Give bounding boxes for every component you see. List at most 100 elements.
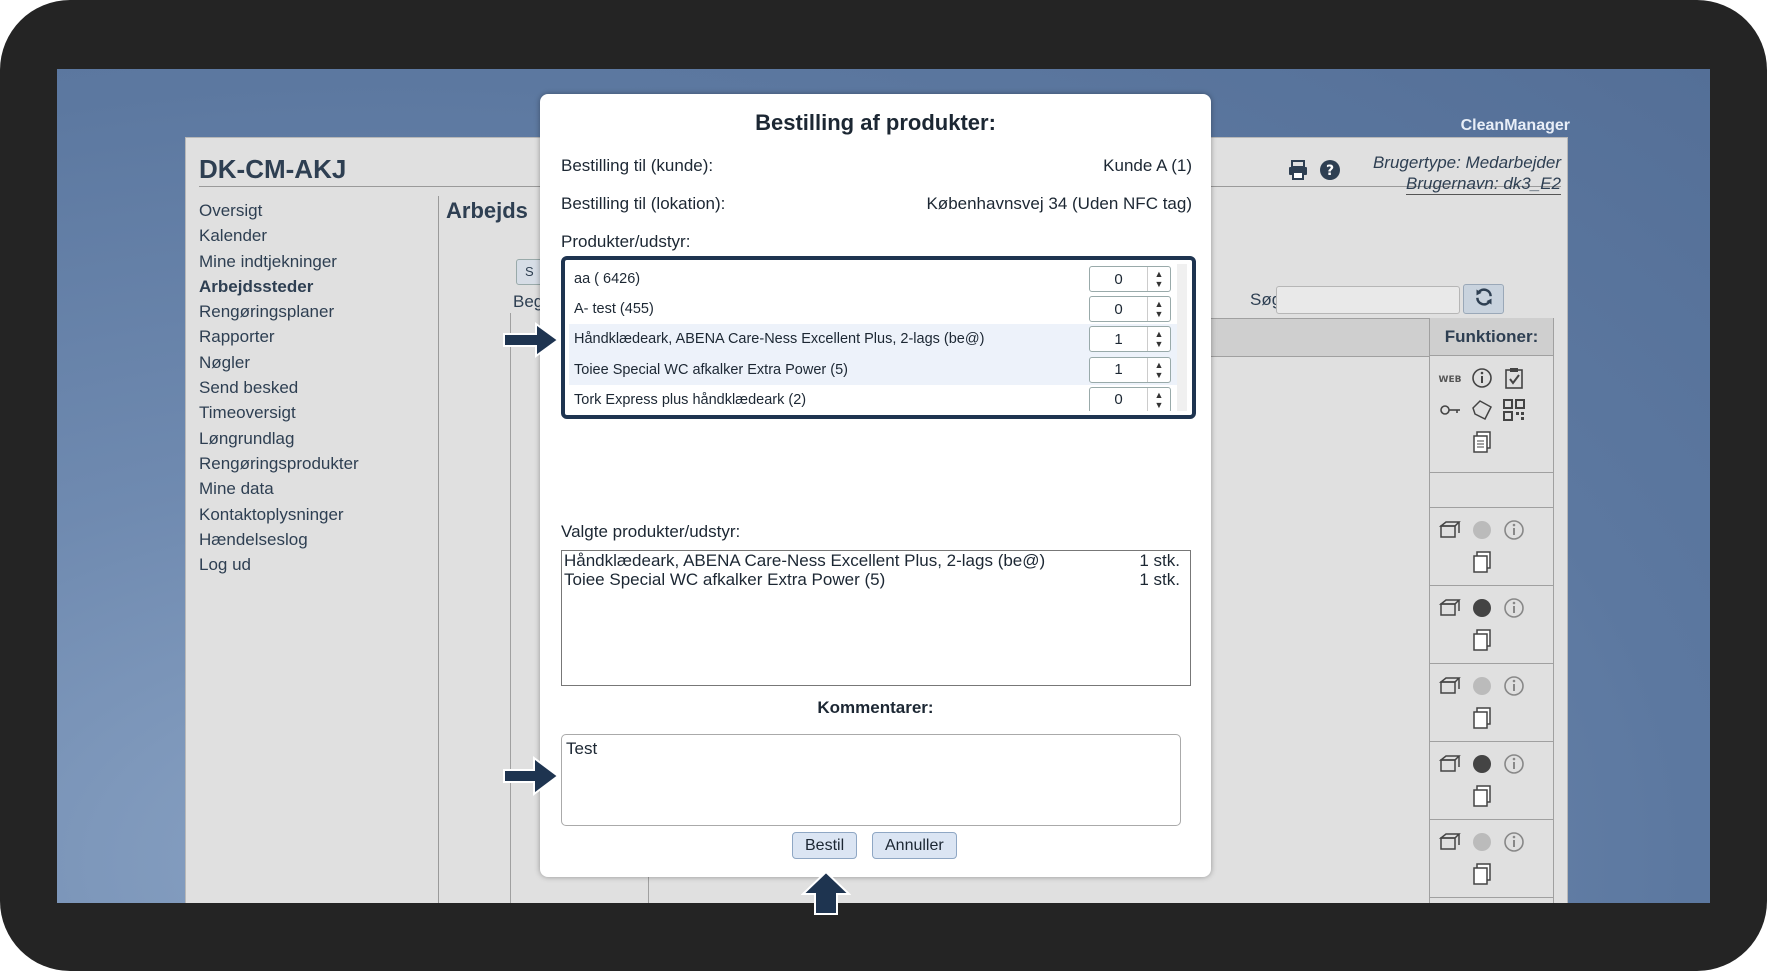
- quantity-stepper[interactable]: 0 ▲ ▼: [1089, 296, 1171, 323]
- product-name: Toiee Special WC afkalker Extra Power (5…: [574, 361, 848, 378]
- table-row: [1430, 820, 1553, 898]
- quantity-stepper[interactable]: 0 ▲ ▼: [1089, 386, 1171, 411]
- print-icon[interactable]: [1286, 158, 1310, 187]
- chevron-down-icon[interactable]: ▼: [1155, 309, 1164, 319]
- chevron-up-icon[interactable]: ▲: [1155, 329, 1164, 339]
- quantity-value[interactable]: 0: [1090, 391, 1147, 408]
- globe-icon[interactable]: [1470, 752, 1494, 781]
- product-item: A- test (455) 0 ▲ ▼: [569, 294, 1179, 324]
- table-row: WEB: [1430, 356, 1553, 473]
- key-icon[interactable]: [1438, 398, 1462, 427]
- nav-item-mine-data[interactable]: Mine data: [199, 476, 359, 501]
- customer-value: Kunde A (1): [1103, 156, 1192, 175]
- chevron-up-icon[interactable]: ▲: [1155, 299, 1164, 309]
- chevron-down-icon[interactable]: ▼: [1155, 400, 1164, 410]
- nav-item-kalender[interactable]: Kalender: [199, 223, 359, 248]
- documents-icon[interactable]: [1470, 628, 1494, 657]
- chevron-up-icon[interactable]: ▲: [1155, 390, 1164, 400]
- quantity-value[interactable]: 0: [1090, 271, 1147, 288]
- refresh-button[interactable]: [1463, 284, 1504, 314]
- nav-item-mine-indtjekninger[interactable]: Mine indtjekninger: [199, 249, 359, 274]
- nav-item-send-besked[interactable]: Send besked: [199, 375, 359, 400]
- products-label: Produkter/udstyr:: [561, 232, 691, 251]
- arrow-right-icon: [503, 756, 560, 796]
- cancel-button[interactable]: Annuller: [872, 832, 957, 859]
- documents-icon[interactable]: [1470, 550, 1494, 579]
- documents-icon[interactable]: [1470, 430, 1494, 459]
- globe-icon[interactable]: [1470, 596, 1494, 625]
- quantity-stepper[interactable]: 1 ▲ ▼: [1089, 326, 1171, 353]
- nav-item-haendelseslog[interactable]: Hændelseslog: [199, 527, 359, 552]
- info-icon[interactable]: [1502, 596, 1526, 625]
- product-item: Tork Express plus håndklædeark (2) 0 ▲ ▼: [569, 385, 1179, 411]
- tag-icon[interactable]: [1470, 398, 1494, 427]
- customer-row: Bestilling til (kunde): Kunde A (1): [561, 156, 1192, 176]
- table-row: [1430, 742, 1553, 820]
- info-icon[interactable]: [1502, 752, 1526, 781]
- clipboard-check-icon[interactable]: [1502, 366, 1526, 395]
- globe-icon[interactable]: [1470, 674, 1494, 703]
- refresh-icon: [1474, 287, 1494, 312]
- chevron-down-icon[interactable]: ▼: [1155, 339, 1164, 349]
- functions-column: Funktioner: WEB: [1429, 318, 1554, 903]
- info-icon[interactable]: [1502, 674, 1526, 703]
- app-title: DK-CM-AKJ: [199, 154, 347, 184]
- chevron-down-icon[interactable]: ▼: [1155, 370, 1164, 380]
- quantity-value[interactable]: 1: [1090, 331, 1147, 348]
- help-icon[interactable]: ?: [1318, 158, 1342, 187]
- search-input[interactable]: [1276, 286, 1460, 314]
- nav-item-rapporter[interactable]: Rapporter: [199, 324, 359, 349]
- qr-code-icon[interactable]: [1502, 398, 1526, 427]
- comment-textarea[interactable]: Test: [561, 734, 1181, 826]
- nav-item-rengoringsplaner[interactable]: Rengøringsplaner: [199, 299, 359, 324]
- functions-header: Funktioner:: [1430, 318, 1553, 356]
- box-icon[interactable]: [1438, 674, 1462, 703]
- side-nav: Oversigt Kalender Mine indtjekninger Arb…: [199, 198, 359, 577]
- selected-products-box[interactable]: Håndklædeark, ABENA Care-Ness Excellent …: [561, 550, 1191, 686]
- products-scrollbar[interactable]: [1177, 264, 1187, 411]
- products-list: aa ( 6426) 0 ▲ ▼ A- test (455) 0 ▲ ▼ Håndk…: [569, 264, 1179, 411]
- nav-item-kontaktoplysninger[interactable]: Kontaktoplysninger: [199, 502, 359, 527]
- nav-item-log-ud[interactable]: Log ud: [199, 552, 359, 577]
- web-icon[interactable]: WEB: [1438, 366, 1462, 395]
- product-name: aa ( 6426): [574, 271, 641, 288]
- documents-icon[interactable]: [1470, 706, 1494, 735]
- box-icon[interactable]: [1438, 830, 1462, 859]
- quantity-value[interactable]: 1: [1090, 361, 1147, 378]
- table-row: [1430, 473, 1553, 508]
- quantity-stepper[interactable]: 0 ▲ ▼: [1089, 266, 1171, 293]
- comments-label: Kommentarer:: [817, 698, 934, 717]
- header-icons: ?: [1286, 158, 1342, 187]
- product-item: Håndklædeark, ABENA Care-Ness Excellent …: [569, 324, 1179, 355]
- chevron-down-icon[interactable]: ▼: [1155, 279, 1164, 289]
- globe-icon[interactable]: [1470, 518, 1494, 547]
- nav-item-rengoringsprodukter[interactable]: Rengøringsprodukter: [199, 451, 359, 476]
- products-list-box: aa ( 6426) 0 ▲ ▼ A- test (455) 0 ▲ ▼ Håndk…: [561, 256, 1196, 419]
- nav-item-oversigt[interactable]: Oversigt: [199, 198, 359, 223]
- info-icon[interactable]: [1502, 518, 1526, 547]
- box-icon[interactable]: [1438, 596, 1462, 625]
- nav-item-timeoversigt[interactable]: Timeoversigt: [199, 400, 359, 425]
- info-icon[interactable]: [1502, 830, 1526, 859]
- nav-item-arbejdssteder[interactable]: Arbejdssteder: [199, 274, 359, 299]
- svg-text:WEB: WEB: [1439, 375, 1462, 385]
- selected-label-row: Valgte produkter/udstyr:: [561, 522, 1192, 542]
- info-icon[interactable]: [1470, 366, 1494, 395]
- box-icon[interactable]: [1438, 518, 1462, 547]
- chevron-up-icon[interactable]: ▲: [1155, 269, 1164, 279]
- documents-icon[interactable]: [1470, 862, 1494, 891]
- selected-products-label: Valgte produkter/udstyr:: [561, 522, 741, 541]
- documents-icon[interactable]: [1470, 784, 1494, 813]
- chevron-up-icon[interactable]: ▲: [1155, 360, 1164, 370]
- quantity-value[interactable]: 0: [1090, 301, 1147, 318]
- order-button[interactable]: Bestil: [792, 832, 858, 859]
- box-icon[interactable]: [1438, 752, 1462, 781]
- quantity-stepper[interactable]: 1 ▲ ▼: [1089, 356, 1171, 383]
- product-name: A- test (455): [574, 301, 654, 318]
- globe-icon[interactable]: [1470, 830, 1494, 859]
- nav-item-longrundlag[interactable]: Løngrundlag: [199, 426, 359, 451]
- location-value: Københavnsvej 34 (Uden NFC tag): [926, 194, 1192, 213]
- location-row: Bestilling til (lokation): Københavnsvej…: [561, 194, 1192, 214]
- table-row: [1430, 664, 1553, 742]
- nav-item-nogler[interactable]: Nøgler: [199, 350, 359, 375]
